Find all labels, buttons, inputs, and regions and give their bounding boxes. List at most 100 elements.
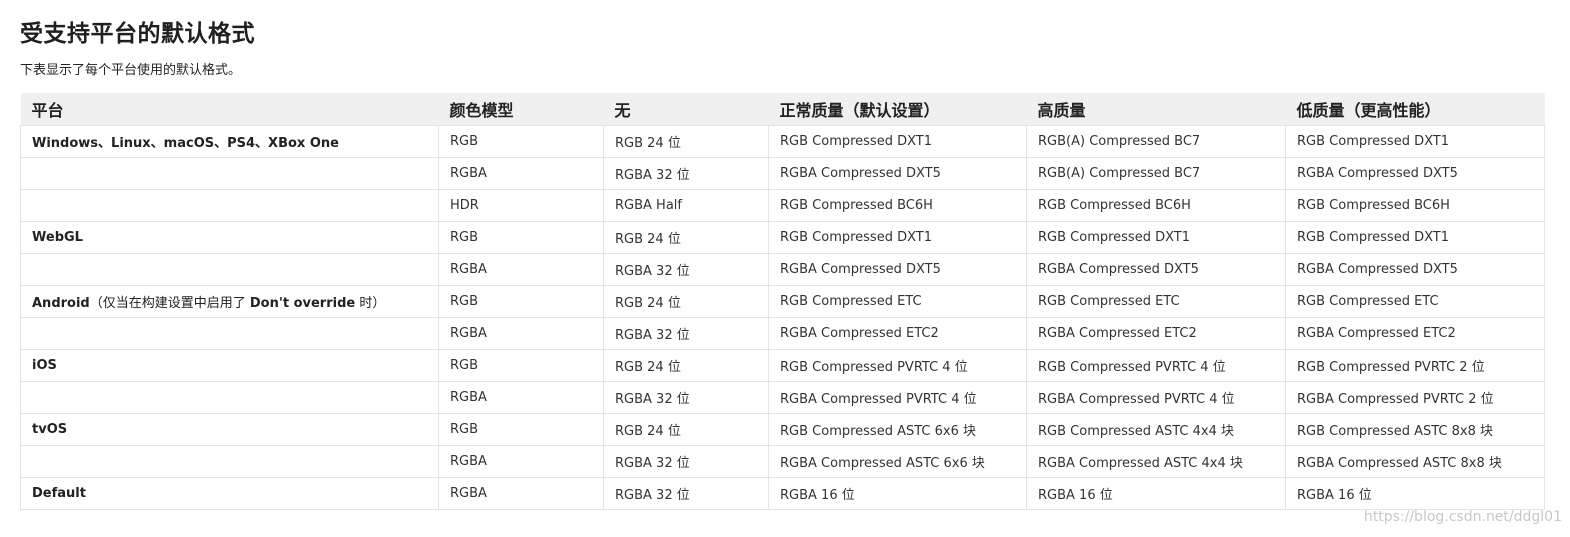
none-cell: RGBA 32 位 <box>603 477 769 510</box>
normal-quality-cell: RGB Compressed DXT1 <box>768 221 1027 254</box>
high-quality-cell: RGB(A) Compressed BC7 <box>1026 125 1286 158</box>
platform-cell <box>20 317 439 350</box>
none-cell: RGBA 32 位 <box>603 445 769 478</box>
low-quality-cell: RGB Compressed ASTC 8x8 块 <box>1285 413 1545 446</box>
platform-cell <box>20 253 439 286</box>
color-model-cell: HDR <box>438 189 604 222</box>
table-row: tvOS RGB RGB 24 位 RGB Compressed ASTC 6x… <box>20 413 1545 446</box>
table-row: RGBA RGBA 32 位 RGBA Compressed DXT5 RGBA… <box>20 253 1545 286</box>
watermark: https://blog.csdn.net/ddgl01 <box>1363 509 1562 525</box>
table-header-row: 平台 颜色模型 无 正常质量（默认设置） 高质量 低质量（更高性能） <box>20 93 1545 126</box>
normal-quality-cell: RGBA Compressed DXT5 <box>768 157 1027 190</box>
low-quality-cell: RGB Compressed PVRTC 2 位 <box>1285 349 1545 382</box>
platform-cell: tvOS <box>20 413 439 446</box>
high-quality-cell: RGBA Compressed ETC2 <box>1026 317 1286 350</box>
low-quality-cell: RGB Compressed DXT1 <box>1285 221 1545 254</box>
normal-quality-cell: RGBA Compressed DXT5 <box>768 253 1027 286</box>
table-row: HDR RGBA Half RGB Compressed BC6H RGB Co… <box>20 189 1545 222</box>
low-quality-cell: RGB Compressed DXT1 <box>1285 125 1545 158</box>
table-row: Windows、Linux、macOS、PS4、XBox One RGB RGB… <box>20 125 1545 158</box>
normal-quality-cell: RGB Compressed ETC <box>768 285 1027 318</box>
platform-note-keyword: Don't override <box>249 296 356 311</box>
platform-cell: Default <box>20 477 439 510</box>
normal-quality-cell: RGB Compressed DXT1 <box>768 125 1027 158</box>
default-formats-table: 平台 颜色模型 无 正常质量（默认设置） 高质量 低质量（更高性能） Windo… <box>20 93 1545 510</box>
page-title: 受支持平台的默认格式 <box>20 21 255 47</box>
normal-quality-cell: RGB Compressed BC6H <box>768 189 1027 222</box>
none-cell: RGBA Half <box>603 189 769 222</box>
color-model-cell: RGBA <box>438 445 604 478</box>
none-cell: RGB 24 位 <box>603 413 769 446</box>
high-quality-cell: RGB Compressed ASTC 4x4 块 <box>1026 413 1286 446</box>
platform-cell <box>20 189 439 222</box>
platform-note: （仅当在构建设置中启用了 Don't override 时） <box>90 296 386 311</box>
color-model-cell: RGBA <box>438 253 604 286</box>
header-low-quality: 低质量（更高性能） <box>1285 93 1545 126</box>
platform-cell <box>20 157 439 190</box>
color-model-cell: RGBA <box>438 157 604 190</box>
table-row: RGBA RGBA 32 位 RGBA Compressed DXT5 RGB(… <box>20 157 1545 190</box>
none-cell: RGB 24 位 <box>603 349 769 382</box>
color-model-cell: RGB <box>438 349 604 382</box>
none-cell: RGB 24 位 <box>603 285 769 318</box>
platform-note-post: 时） <box>355 296 386 311</box>
platform-cell: WebGL <box>20 221 439 254</box>
high-quality-cell: RGBA Compressed DXT5 <box>1026 253 1286 286</box>
color-model-cell: RGB <box>438 413 604 446</box>
platform-cell <box>20 381 439 414</box>
table-row: WebGL RGB RGB 24 位 RGB Compressed DXT1 R… <box>20 221 1545 254</box>
table-row: Android（仅当在构建设置中启用了 Don't override 时） RG… <box>20 285 1545 318</box>
platform-cell <box>20 445 439 478</box>
color-model-cell: RGB <box>438 221 604 254</box>
low-quality-cell: RGBA Compressed DXT5 <box>1285 157 1545 190</box>
high-quality-cell: RGB Compressed ETC <box>1026 285 1286 318</box>
table-row: RGBA RGBA 32 位 RGBA Compressed ASTC 6x6 … <box>20 445 1545 478</box>
high-quality-cell: RGB Compressed DXT1 <box>1026 221 1286 254</box>
none-cell: RGBA 32 位 <box>603 381 769 414</box>
high-quality-cell: RGB Compressed PVRTC 4 位 <box>1026 349 1286 382</box>
header-high-quality: 高质量 <box>1026 93 1286 126</box>
low-quality-cell: RGBA Compressed ASTC 8x8 块 <box>1285 445 1545 478</box>
none-cell: RGBA 32 位 <box>603 253 769 286</box>
color-model-cell: RGBA <box>438 477 604 510</box>
none-cell: RGB 24 位 <box>603 125 769 158</box>
high-quality-cell: RGBA Compressed PVRTC 4 位 <box>1026 381 1286 414</box>
color-model-cell: RGBA <box>438 381 604 414</box>
high-quality-cell: RGB Compressed BC6H <box>1026 189 1286 222</box>
low-quality-cell: RGB Compressed BC6H <box>1285 189 1545 222</box>
platform-cell: Android（仅当在构建设置中启用了 Don't override 时） <box>20 285 439 318</box>
platform-note-pre: （仅当在构建设置中启用了 <box>89 296 250 311</box>
color-model-cell: RGBA <box>438 317 604 350</box>
header-normal-quality: 正常质量（默认设置） <box>768 93 1027 126</box>
normal-quality-cell: RGBA Compressed ETC2 <box>768 317 1027 350</box>
platform-cell: Windows、Linux、macOS、PS4、XBox One <box>20 125 439 158</box>
low-quality-cell: RGBA Compressed PVRTC 2 位 <box>1285 381 1545 414</box>
none-cell: RGBA 32 位 <box>603 317 769 350</box>
low-quality-cell: RGBA Compressed ETC2 <box>1285 317 1545 350</box>
none-cell: RGB 24 位 <box>603 221 769 254</box>
low-quality-cell: RGBA 16 位 <box>1285 477 1545 510</box>
normal-quality-cell: RGBA Compressed PVRTC 4 位 <box>768 381 1027 414</box>
high-quality-cell: RGB(A) Compressed BC7 <box>1026 157 1286 190</box>
table-row: RGBA RGBA 32 位 RGBA Compressed ETC2 RGBA… <box>20 317 1545 350</box>
table-row: RGBA RGBA 32 位 RGBA Compressed PVRTC 4 位… <box>20 381 1545 414</box>
high-quality-cell: RGBA Compressed ASTC 4x4 块 <box>1026 445 1286 478</box>
color-model-cell: RGB <box>438 285 604 318</box>
normal-quality-cell: RGBA Compressed ASTC 6x6 块 <box>768 445 1027 478</box>
color-model-cell: RGB <box>438 125 604 158</box>
header-none: 无 <box>603 93 769 126</box>
normal-quality-cell: RGBA 16 位 <box>768 477 1027 510</box>
intro-text: 下表显示了每个平台使用的默认格式。 <box>20 63 242 78</box>
normal-quality-cell: RGB Compressed PVRTC 4 位 <box>768 349 1027 382</box>
table-row: iOS RGB RGB 24 位 RGB Compressed PVRTC 4 … <box>20 349 1545 382</box>
header-color-model: 颜色模型 <box>438 93 604 126</box>
normal-quality-cell: RGB Compressed ASTC 6x6 块 <box>768 413 1027 446</box>
platform-cell: iOS <box>20 349 439 382</box>
none-cell: RGBA 32 位 <box>603 157 769 190</box>
platform-name: Android <box>32 296 90 311</box>
low-quality-cell: RGBA Compressed DXT5 <box>1285 253 1545 286</box>
low-quality-cell: RGB Compressed ETC <box>1285 285 1545 318</box>
table-row: Default RGBA RGBA 32 位 RGBA 16 位 RGBA 16… <box>20 477 1545 510</box>
high-quality-cell: RGBA 16 位 <box>1026 477 1286 510</box>
header-platform: 平台 <box>20 93 439 126</box>
